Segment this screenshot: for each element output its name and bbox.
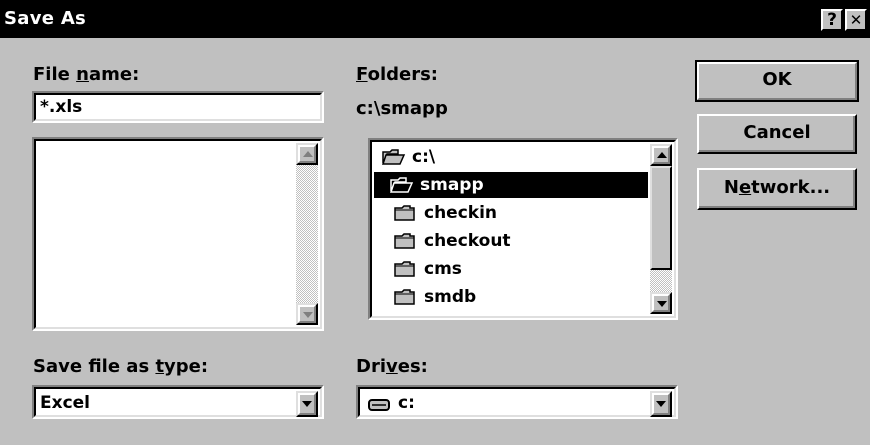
folder-list-scroll-thumb[interactable] — [650, 166, 672, 270]
file-list-scroll-down-button[interactable] — [296, 303, 318, 325]
help-button[interactable]: ? — [821, 9, 843, 31]
file-list-scroll-up-button[interactable] — [296, 143, 318, 165]
folder-item-label: smapp — [420, 175, 484, 195]
folders-label: Folders: — [356, 64, 438, 85]
folder-list[interactable]: c:\ smapp checkin checkout cms smdb — [368, 138, 678, 320]
folder-icon — [394, 233, 415, 249]
folder-item[interactable]: c:\ — [374, 144, 648, 170]
arrow-down-icon — [657, 301, 667, 307]
chevron-down-icon — [302, 401, 312, 407]
folder-icon — [394, 261, 415, 277]
drives-label: Drives: — [356, 356, 428, 377]
folder-item[interactable]: cms — [374, 256, 648, 282]
save-type-combo[interactable]: Excel — [32, 385, 324, 419]
save-as-dialog: Save As ? ✕ File name: *.xls Folders: c:… — [0, 0, 870, 445]
file-list[interactable] — [32, 137, 324, 331]
help-icon: ? — [827, 10, 837, 30]
save-type-value: Excel — [40, 393, 91, 413]
folder-item-label: c:\ — [412, 147, 436, 167]
cancel-button[interactable]: Cancel — [697, 114, 857, 154]
drive-icon — [368, 399, 390, 411]
drives-value: c: — [398, 393, 415, 413]
window-title: Save As — [4, 8, 87, 29]
close-button[interactable]: ✕ — [845, 9, 867, 31]
folder-item-label: checkout — [424, 231, 511, 251]
drives-dropdown-button[interactable] — [650, 391, 672, 417]
chevron-down-icon — [656, 401, 666, 407]
folder-item-label: cms — [424, 259, 462, 279]
cancel-label: Cancel — [743, 122, 811, 143]
folder-list-scroll-up-button[interactable] — [650, 144, 672, 166]
current-path: c:\smapp — [356, 98, 448, 119]
folder-icon — [394, 289, 415, 305]
folder-item[interactable]: smdb — [374, 284, 648, 310]
arrow-up-icon — [657, 152, 667, 158]
file-name-label: File name: — [33, 64, 140, 85]
open-folder-icon — [390, 177, 414, 193]
folder-item[interactable]: checkin — [374, 200, 648, 226]
folder-list-scroll-down-button[interactable] — [650, 292, 672, 314]
network-button[interactable]: Network... — [697, 168, 857, 210]
folder-icon — [394, 205, 415, 221]
drives-combo[interactable]: c: — [356, 385, 678, 419]
arrow-down-icon — [303, 312, 313, 318]
file-name-value: *.xls — [40, 97, 83, 117]
title-bar[interactable]: Save As ? ✕ — [0, 0, 870, 38]
save-type-dropdown-button[interactable] — [296, 391, 318, 417]
ok-button[interactable]: OK — [695, 60, 859, 102]
save-type-label: Save file as type: — [33, 356, 209, 377]
close-icon: ✕ — [849, 11, 863, 29]
ok-label: OK — [762, 69, 792, 90]
folder-item[interactable]: smapp — [374, 172, 648, 198]
network-label: Network... — [723, 177, 831, 198]
file-list-scrollbar[interactable] — [296, 143, 318, 325]
file-name-input[interactable]: *.xls — [32, 91, 324, 123]
folder-item-label: smdb — [424, 287, 477, 307]
open-folder-icon — [382, 149, 406, 165]
folder-item[interactable]: checkout — [374, 228, 648, 254]
arrow-up-icon — [303, 151, 313, 157]
folder-item-label: checkin — [424, 203, 498, 223]
